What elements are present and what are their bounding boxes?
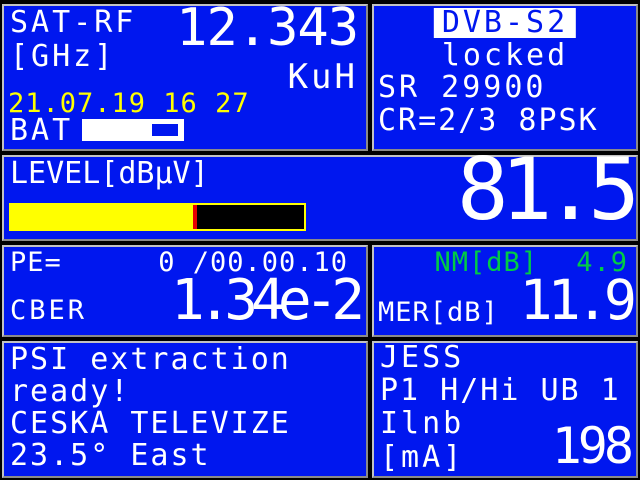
level-panel: LEVEL[dBµV] 81.5 xyxy=(2,147,640,241)
mer-panel: NM[dB] 4.9 MER[dB] 11.9 xyxy=(372,245,638,337)
lock-status: locked xyxy=(441,38,569,73)
orbital-position: 23.5° East xyxy=(10,438,211,473)
lnb-port-band: P1 H/Hi UB 1 xyxy=(380,373,621,408)
frequency-value: 12.343 xyxy=(176,0,359,58)
battery-gauge xyxy=(82,119,184,141)
band-polarization: KuH xyxy=(287,57,358,97)
level-value: 81.5 xyxy=(456,140,640,240)
battery-label: BAT xyxy=(10,113,74,148)
service-info-panel: PSI extraction ready! CESKA TELEVIZE 23.… xyxy=(2,341,368,478)
cber-panel: PE= 0 /00.00.10 CBER 1.34e-2 xyxy=(2,245,368,337)
level-label: LEVEL[dBµV] xyxy=(10,156,209,191)
lnb-current-value: 198 xyxy=(551,417,634,475)
lnb-current-label: Ilnb xyxy=(380,406,465,441)
level-bargraph xyxy=(9,203,306,231)
sat-rf-panel: SAT-RF [GHz] 12.343 KuH 21.07.19 16 27 B… xyxy=(2,0,368,151)
dvb-standard-badge: DVB-S2 xyxy=(433,8,577,38)
battery-gauge-notch xyxy=(152,124,178,136)
psi-status-line1: PSI extraction xyxy=(10,342,291,377)
symbol-rate: SR 29900 xyxy=(378,70,547,105)
level-bargraph-empty xyxy=(196,205,304,229)
mer-label: MER[dB] xyxy=(378,297,499,328)
sat-rf-label: SAT-RF xyxy=(10,5,137,40)
sat-rf-unit-label: [GHz] xyxy=(10,39,116,74)
level-bargraph-fill xyxy=(11,205,193,229)
lnb-mode: JESS xyxy=(380,340,465,375)
meter-screen: SAT-RF [GHz] 12.343 KuH 21.07.19 16 27 B… xyxy=(0,0,640,480)
lnb-panel: JESS P1 H/Hi UB 1 Ilnb [mA] 198 xyxy=(372,341,638,478)
pe-label: PE= xyxy=(10,247,62,278)
dvb-status-panel: DVB-S2 locked SR 29900 CR=2/3 8PSK xyxy=(372,4,638,151)
code-rate-modulation: CR=2/3 8PSK xyxy=(378,103,599,138)
lnb-current-unit: [mA] xyxy=(380,440,465,475)
service-name: CESKA TELEVIZE xyxy=(10,406,291,441)
cber-label: CBER xyxy=(10,295,88,326)
cber-value: 1.34e-2 xyxy=(170,268,365,333)
mer-value: 11.9 xyxy=(519,268,637,332)
psi-status-line2: ready! xyxy=(10,374,131,409)
